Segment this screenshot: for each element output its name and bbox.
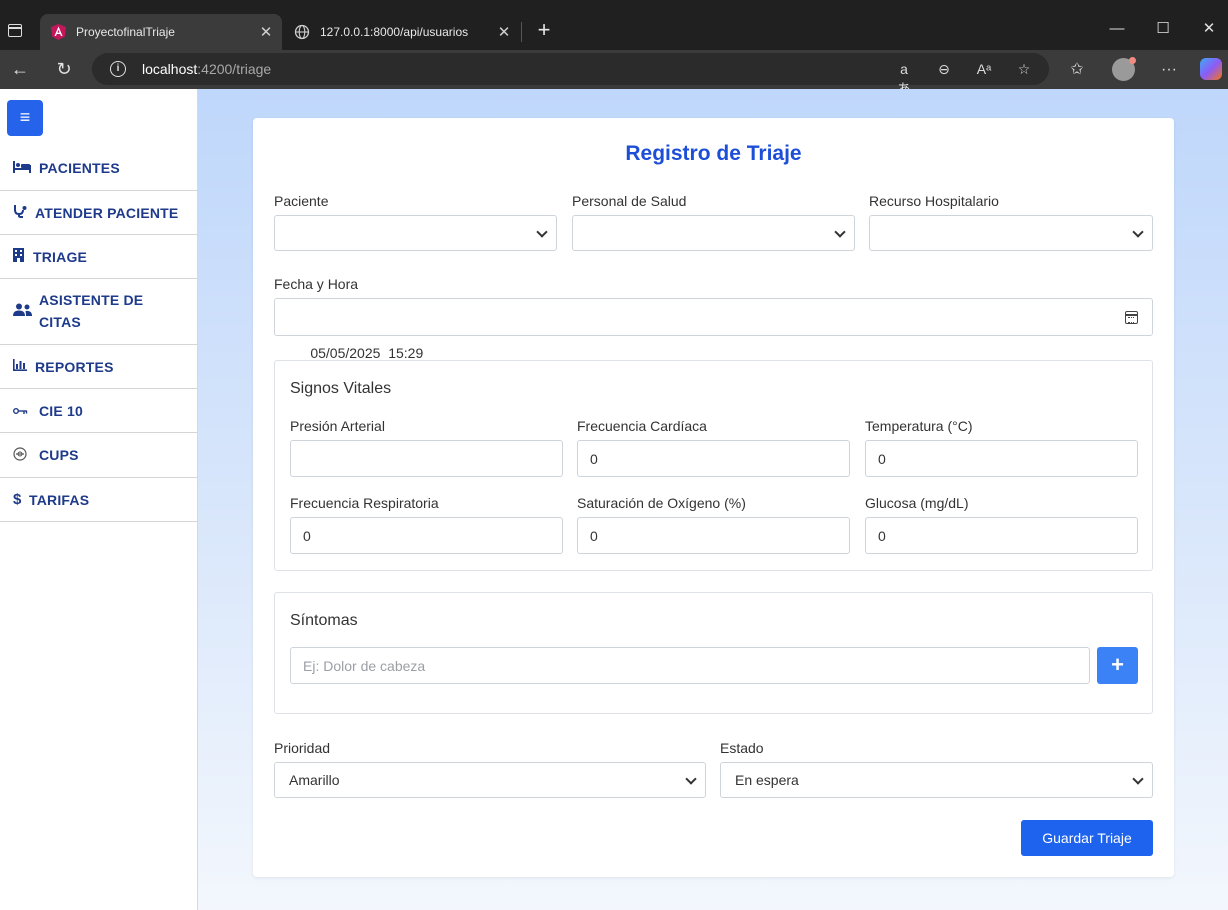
reload-icon[interactable]: ↻ [52,58,76,80]
tab-title: ProyectofinalTriaje [76,25,175,39]
sintomas-section: Síntomas Ej: Dolor de cabeza + [274,592,1153,714]
sidebar-item-tarifas[interactable]: $ TARIFAS [0,478,197,522]
read-aloud-icon[interactable]: Aᵃ [974,59,994,79]
zoom-out-icon[interactable]: ⊖ [934,59,954,79]
chevron-down-icon [1132,773,1144,785]
glucosa-input[interactable]: 0 [865,517,1138,554]
add-sintoma-button[interactable]: + [1097,647,1138,684]
sintomas-title: Síntomas [290,612,358,629]
hamburger-icon: ≡ [19,107,31,127]
dollar-icon: $ [13,491,22,508]
tab-title: 127.0.0.1:8000/api/usuarios [320,25,469,39]
menu-toggle-button[interactable]: ≡ [7,100,43,136]
new-tab-icon[interactable]: + [532,19,556,43]
address-bar: ← ↻ i localhost:4200/triage aあ ⊖ Aᵃ ☆ ✩ … [0,50,1228,97]
presion-arterial-input[interactable] [290,440,563,477]
fecha-hora-label: Fecha y Hora [274,276,359,292]
tab-close-icon[interactable]: ✕ [492,23,516,41]
recurso-hospitalario-select[interactable] [869,215,1153,251]
tab-proyecto-triaje[interactable]: ProyectofinalTriaje ✕ [40,14,282,50]
guardar-triaje-button[interactable]: Guardar Triaje [1021,820,1153,856]
glucosa-label: Glucosa (mg/dL) [865,495,969,511]
recurso-hospitalario-label: Recurso Hospitalario [869,193,999,209]
pill-icon [13,446,39,464]
chevron-down-icon [1132,226,1144,238]
temperatura-label: Temperatura (°C) [865,418,973,434]
sidebar-item-reportes[interactable]: REPORTES [0,345,197,389]
page-content: ≡ PACIENTES ATENDER PACIENTE TRIAGE ASIS… [0,89,1228,910]
presion-arterial-label: Presión Arterial [290,418,385,434]
users-icon [13,303,39,319]
saturacion-oxigeno-input[interactable]: 0 [577,517,850,554]
estado-label: Estado [720,740,764,756]
chevron-down-icon [834,226,846,238]
window-menu-icon[interactable] [8,24,22,37]
sidebar-item-cups[interactable]: CUPS [0,433,197,478]
personal-salud-label: Personal de Salud [572,193,687,209]
plus-icon: + [1111,652,1124,677]
calendar-icon[interactable] [1125,311,1138,324]
sidebar: ≡ PACIENTES ATENDER PACIENTE TRIAGE ASIS… [0,89,198,910]
tab-api-usuarios[interactable]: 127.0.0.1:8000/api/usuarios ✕ [284,14,520,50]
signos-vitales-section: Signos Vitales Presión Arterial Frecuenc… [274,360,1153,571]
sidebar-item-atender-paciente[interactable]: ATENDER PACIENTE [0,191,197,235]
frecuencia-respiratoria-label: Frecuencia Respiratoria [290,495,439,511]
tab-separator [521,22,522,42]
angular-logo-icon [50,24,66,40]
browser-tab-bar: ProyectofinalTriaje ✕ 127.0.0.1:8000/api… [0,0,1228,50]
copilot-icon[interactable] [1200,58,1222,80]
signos-vitales-title: Signos Vitales [290,380,392,397]
tab-close-icon[interactable]: ✕ [254,23,278,41]
profile-avatar-icon[interactable] [1112,57,1136,81]
triage-form-card: Registro de Triaje Paciente Personal de … [253,118,1174,877]
frecuencia-cardiaca-input[interactable]: 0 [577,440,850,477]
frecuencia-respiratoria-input[interactable]: 0 [290,517,563,554]
back-icon[interactable]: ← [8,58,32,80]
key-icon [13,403,39,418]
saturacion-oxigeno-label: Saturación de Oxígeno (%) [577,495,746,511]
sidebar-item-asistente-citas[interactable]: ASISTENTE DE CITAS [0,279,197,345]
frecuencia-cardiaca-label: Frecuencia Cardíaca [577,418,707,434]
sidebar-item-cie10[interactable]: CIE 10 [0,389,197,433]
page-title: Registro de Triaje [625,142,802,165]
hospital-icon [13,248,33,265]
more-options-icon[interactable]: ··· [1158,59,1180,81]
translate-icon[interactable]: aあ [894,59,914,97]
globe-icon [294,24,310,40]
sidebar-item-triage[interactable]: TRIAGE [0,235,197,279]
chevron-down-icon [685,773,697,785]
site-info-icon[interactable]: i [110,61,126,77]
bed-icon [13,160,35,176]
chevron-down-icon [536,226,548,238]
prioridad-label: Prioridad [274,740,331,756]
favorite-star-icon[interactable]: ☆ [1014,59,1034,79]
stethoscope-icon [13,204,35,221]
close-window-icon[interactable]: ✕ [1186,14,1228,44]
chart-icon [13,359,35,374]
personal-salud-select[interactable] [572,215,855,251]
favorites-icon[interactable]: ✩ [1066,59,1088,81]
fecha-hora-input[interactable]: 05/05/2025 15:29 [274,298,1153,361]
prioridad-select[interactable]: Amarillo [274,762,706,798]
minimize-icon[interactable]: — [1094,14,1140,44]
maximize-icon[interactable]: ☐ [1140,14,1186,44]
paciente-label: Paciente [274,193,329,209]
url-text: localhost:4200/triage [142,61,272,77]
estado-select[interactable]: En espera [720,762,1153,798]
paciente-select[interactable] [274,215,557,251]
temperatura-input[interactable]: 0 [865,440,1138,477]
url-field[interactable]: i localhost:4200/triage aあ ⊖ Aᵃ ☆ [92,53,1049,97]
sintoma-input[interactable]: Ej: Dolor de cabeza [290,647,1090,684]
sidebar-item-pacientes[interactable]: PACIENTES [0,146,197,191]
